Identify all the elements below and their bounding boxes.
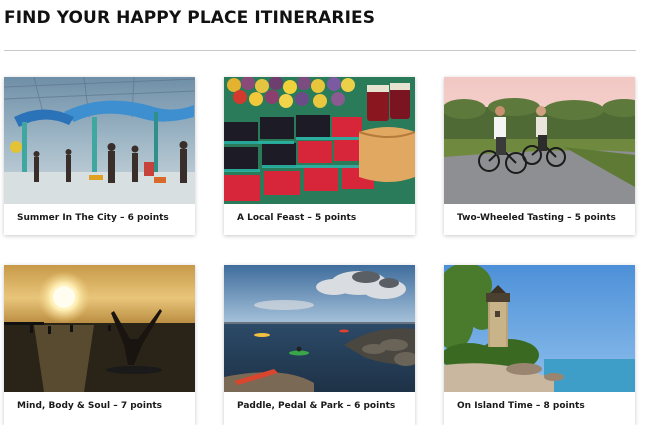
itinerary-card-mind-body-soul[interactable]: Mind, Body & Soul – 7 points [4, 265, 195, 425]
island-lighthouse-image[interactable] [444, 265, 635, 392]
card-title[interactable]: Mind, Body & Soul – 7 points [17, 401, 162, 411]
sunset-paddleboard-yoga-image[interactable] [4, 265, 195, 392]
itinerary-card-paddle-pedal-park[interactable]: Paddle, Pedal & Park – 6 points [224, 265, 415, 425]
itinerary-card-on-island-time[interactable]: On Island Time – 8 points [444, 265, 635, 425]
market-berries-image[interactable] [224, 77, 415, 204]
divider [4, 50, 636, 51]
page-title: FIND YOUR HAPPY PLACE ITINERARIES [4, 8, 376, 28]
itinerary-card-two-wheeled-tasting[interactable]: Two-Wheeled Tasting – 5 points [444, 77, 635, 235]
lake-kayaks-image[interactable] [224, 265, 415, 392]
card-title[interactable]: Paddle, Pedal & Park – 6 points [237, 401, 395, 411]
vineyard-cyclists-image[interactable] [444, 77, 635, 204]
indoor-waterpark-image[interactable] [4, 77, 195, 204]
card-title[interactable]: Two-Wheeled Tasting – 5 points [457, 213, 616, 223]
card-title[interactable]: Summer In The City – 6 points [17, 213, 169, 223]
card-title[interactable]: On Island Time – 8 points [457, 401, 585, 411]
itinerary-card-a-local-feast[interactable]: A Local Feast – 5 points [224, 77, 415, 235]
card-title[interactable]: A Local Feast – 5 points [237, 213, 356, 223]
itinerary-card-summer-in-the-city[interactable]: Summer In The City – 6 points [4, 77, 195, 235]
